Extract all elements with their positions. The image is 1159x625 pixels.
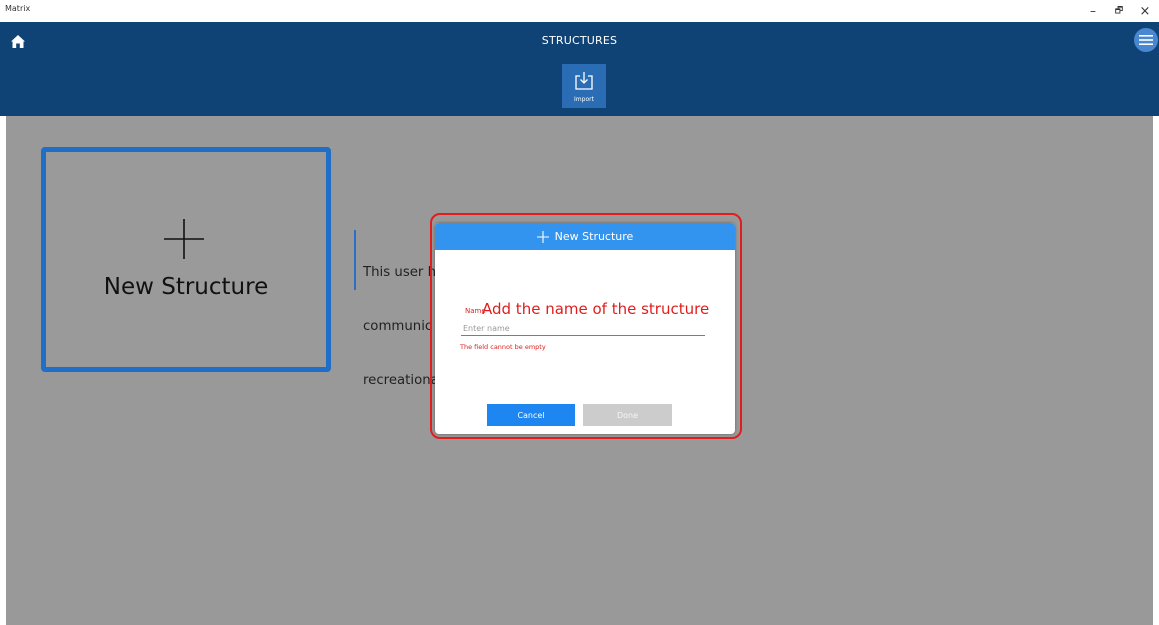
minimize-button[interactable]: – xyxy=(1080,0,1106,22)
window-title: Matrix xyxy=(5,4,31,13)
plus-icon xyxy=(164,219,204,259)
annotation-highlight-box xyxy=(430,213,742,439)
new-structure-card[interactable]: New Structure xyxy=(41,147,331,372)
maximize-button[interactable]: 🗗 xyxy=(1106,0,1132,22)
import-button[interactable]: Import xyxy=(562,64,606,108)
menu-button[interactable] xyxy=(1134,28,1158,52)
app-header: STRUCTURES Import xyxy=(0,22,1159,116)
import-label: Import xyxy=(574,96,594,103)
close-button[interactable]: × xyxy=(1132,0,1158,22)
page-title: STRUCTURES xyxy=(541,34,618,47)
hamburger-menu-icon xyxy=(1139,35,1153,45)
window-titlebar: Matrix – 🗗 × xyxy=(0,0,1159,22)
import-icon xyxy=(575,72,593,90)
info-accent-bar xyxy=(354,230,356,290)
new-structure-label: New Structure xyxy=(103,274,269,300)
